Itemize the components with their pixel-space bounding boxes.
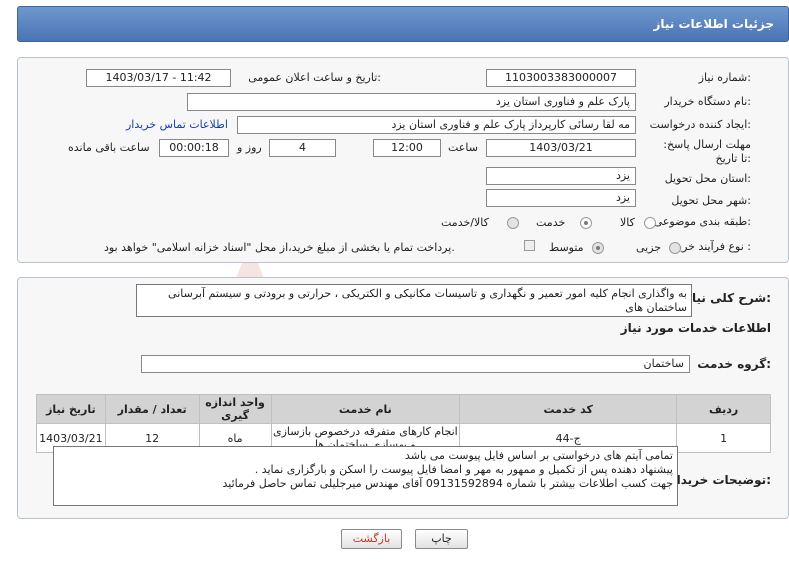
- treasury-payment-note: پرداخت تمام یا بخشی از مبلغ خرید،از محل …: [104, 241, 455, 254]
- description-label: شرح کلی نیاز:: [685, 291, 771, 305]
- need-number-field: 1103003383000007: [486, 69, 636, 87]
- col-row-number: ردیف: [676, 394, 771, 424]
- services-section-title: اطلاعات خدمات مورد نیاز: [620, 321, 771, 335]
- remaining-days-field: 4: [269, 139, 336, 157]
- need-number-label: شماره نیاز:: [698, 71, 751, 84]
- creator-field: مه لقا رسائی کارپرداز پارک علم و فناوری …: [237, 116, 636, 134]
- buyer-notes-textarea: تمامی آیتم های درخواستی بر اساس فایل پیو…: [53, 446, 678, 506]
- col-service-code: کد خدمت: [459, 394, 678, 424]
- table-header-row: تاریخ نیاز تعداد / مقدار واحد اندازه گیر…: [36, 394, 771, 424]
- creator-label: ایجاد کننده درخواست:: [649, 118, 751, 131]
- city-field: یزد: [486, 189, 636, 207]
- deadline-date-field: 1403/03/21: [486, 139, 636, 157]
- radio-selected-dot: [596, 246, 600, 250]
- back-button[interactable]: بازگشت: [341, 529, 402, 549]
- page-title: جزئیات اطلاعات نیاز: [653, 17, 774, 31]
- process-type-label: نوع فرآیند خرید :: [673, 240, 751, 253]
- process-minor-radio[interactable]: [669, 242, 681, 254]
- page-header: جزئیات اطلاعات نیاز: [17, 6, 789, 42]
- col-quantity: تعداد / مقدار: [104, 394, 200, 424]
- announce-datetime-label: تاریخ و ساعت اعلان عمومی:: [248, 71, 381, 84]
- deadline-time-label: ساعت: [448, 141, 478, 154]
- province-field: یزد: [486, 167, 636, 185]
- category-service-label: خدمت: [536, 216, 566, 229]
- deadline-label-text: مهلت ارسال پاسخ: تا تاریخ:: [663, 138, 751, 165]
- announce-datetime-field: 1403/03/17 - 11:42: [86, 69, 231, 87]
- radio-selected-dot: [584, 221, 588, 225]
- city-label: شهر محل تحویل:: [671, 194, 751, 207]
- category-label: طبقه بندی موضوعی:: [653, 215, 751, 228]
- buyer-notes-line: جهت کسب اطلاعات بیشتر با شماره 091315928…: [222, 477, 673, 490]
- remaining-time-label: ساعت باقی مانده: [68, 141, 150, 154]
- service-group-field: ساختمان: [141, 355, 690, 373]
- description-text: به واگذاری انجام کلیه امور تعمیر و نگهدا…: [168, 287, 687, 314]
- province-label: استان محل تحویل:: [664, 172, 751, 185]
- treasury-payment-checkbox[interactable]: [524, 240, 535, 251]
- category-goods-service-radio[interactable]: [507, 217, 519, 229]
- category-goods-radio[interactable]: [644, 217, 656, 229]
- buyer-notes-line: تمامی آیتم های درخواستی بر اساس فایل پیو…: [404, 449, 673, 462]
- buyer-notes-label: توضیحات خریدار:: [669, 473, 771, 487]
- remaining-days-label: روز و: [237, 141, 262, 154]
- buyer-org-label: نام دستگاه خریدار:: [664, 95, 751, 108]
- buyer-notes-line: پیشنهاد دهنده پس از تکمیل و ممهور به مهر…: [254, 463, 673, 476]
- deadline-time-field: 12:00: [373, 139, 441, 157]
- deadline-label: مهلت ارسال پاسخ: تا تاریخ:: [661, 138, 751, 166]
- services-table: تاریخ نیاز تعداد / مقدار واحد اندازه گیر…: [36, 394, 771, 453]
- col-service-name: نام خدمت: [270, 394, 461, 424]
- col-date: تاریخ نیاز: [36, 394, 106, 424]
- cell-row-number: 1: [676, 423, 771, 453]
- remaining-time-field: 00:00:18: [159, 139, 229, 157]
- category-service-radio[interactable]: [580, 217, 592, 229]
- print-button[interactable]: چاپ: [415, 529, 468, 549]
- category-goods-label: کالا: [620, 216, 635, 229]
- description-textarea: به واگذاری انجام کلیه امور تعمیر و نگهدا…: [136, 284, 692, 317]
- process-medium-radio[interactable]: [592, 242, 604, 254]
- service-group-label: گروه خدمت:: [697, 357, 771, 371]
- buyer-org-field: پارک علم و فناوری استان یزد: [187, 93, 636, 111]
- buyer-contact-link[interactable]: اطلاعات تماس خریدار: [126, 118, 228, 131]
- process-minor-label: جزیی: [636, 241, 662, 254]
- process-medium-label: متوسط: [549, 241, 584, 254]
- col-unit: واحد اندازه گیری: [198, 394, 272, 424]
- category-goods-service-label: کالا/خدمت: [441, 216, 489, 229]
